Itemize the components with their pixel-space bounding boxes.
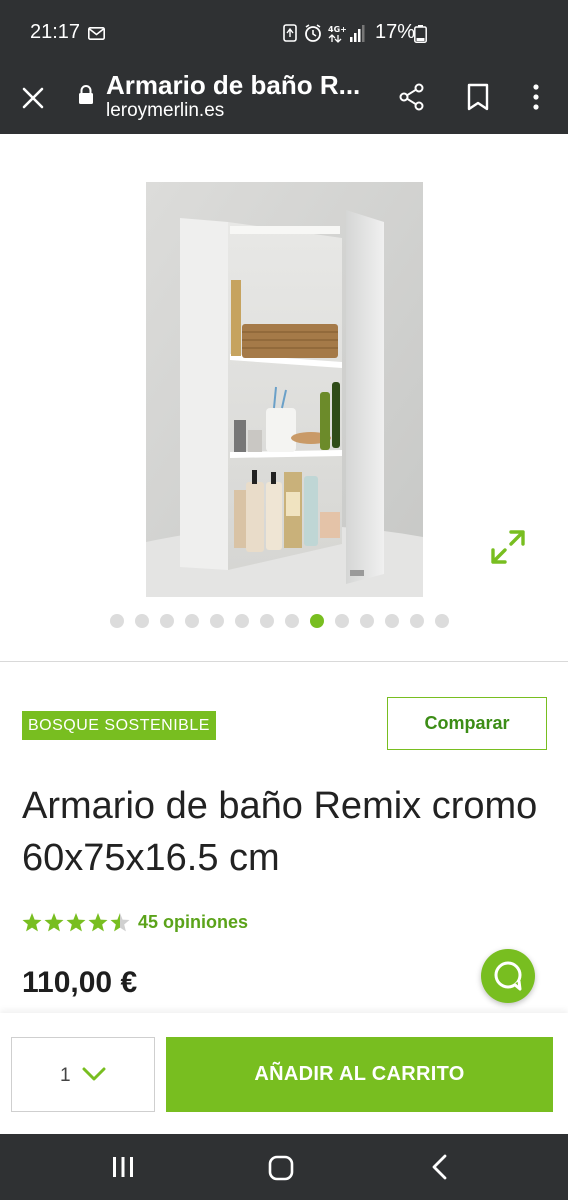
product-price: 110,00 € [22,966,138,999]
star-icon [22,913,42,932]
signal-icon [350,25,365,42]
gallery-dots[interactable] [110,613,455,629]
gallery-dot[interactable] [285,614,299,628]
battery-percent: 17% [375,21,416,43]
product-title: Armario de baño Remix cromo 60x75x16.5 c… [22,785,538,879]
bookmark-icon[interactable] [465,82,491,112]
gallery-dot[interactable] [385,614,399,628]
star-icon [66,913,86,932]
home-icon[interactable] [268,1155,294,1181]
gallery-dot[interactable] [360,614,374,628]
navigation-bar [0,1134,568,1200]
recent-apps-icon[interactable] [110,1156,136,1178]
rating-stars [22,913,130,932]
product-image[interactable] [146,182,423,597]
more-options-icon[interactable] [527,82,545,112]
sustainability-badge: BOSQUE SOSTENIBLE [22,711,216,740]
gallery-dot[interactable] [210,614,224,628]
4g-icon: 4G+ [328,25,347,43]
svg-text:4G+: 4G+ [328,25,347,34]
close-icon[interactable] [20,85,46,111]
compare-button[interactable]: Comparar [387,697,547,750]
add-to-cart-button[interactable]: AÑADIR AL CARRITO [166,1037,553,1112]
gallery-dot[interactable] [335,614,349,628]
divider [0,661,568,662]
gallery-dot[interactable] [235,614,249,628]
reviews-link[interactable]: 45 opiniones [138,912,248,933]
quantity-select[interactable]: 1 [11,1037,155,1112]
page-domain[interactable]: leroymerlin.es [106,100,224,122]
product-rating[interactable]: 45 opiniones [22,908,248,936]
page-title[interactable]: Armario de baño R... [106,70,371,101]
gallery-dot[interactable] [310,614,324,628]
alarm-icon [305,24,321,42]
chat-button[interactable] [481,949,535,1003]
expand-icon[interactable] [489,528,527,566]
back-icon[interactable] [430,1154,450,1180]
star-icon [44,913,64,932]
mail-icon [88,27,105,40]
browser-toolbar: Armario de baño R... leroymerlin.es [0,66,568,134]
status-time: 21:17 [30,21,81,43]
star-icon [88,913,108,932]
battery-icon [414,25,427,43]
cart-bar: 1 AÑADIR AL CARRITO [0,1013,568,1133]
system-status-icons: 4G+ [283,24,365,43]
recycle-icon [283,24,297,42]
quantity-value: 1 [60,1065,71,1086]
gallery-dot[interactable] [410,614,424,628]
gallery-dot[interactable] [435,614,449,628]
chevron-down-icon [82,1067,106,1081]
lock-icon[interactable] [77,84,95,106]
status-bar: 21:17 4G+ 17% [0,0,568,66]
gallery-dot[interactable] [185,614,199,628]
share-icon[interactable] [397,82,427,112]
gallery-dot[interactable] [160,614,174,628]
gallery-dot[interactable] [260,614,274,628]
gallery-dot[interactable] [110,614,124,628]
gallery-dot[interactable] [135,614,149,628]
half-star-icon [110,913,130,932]
chat-icon [494,961,522,991]
